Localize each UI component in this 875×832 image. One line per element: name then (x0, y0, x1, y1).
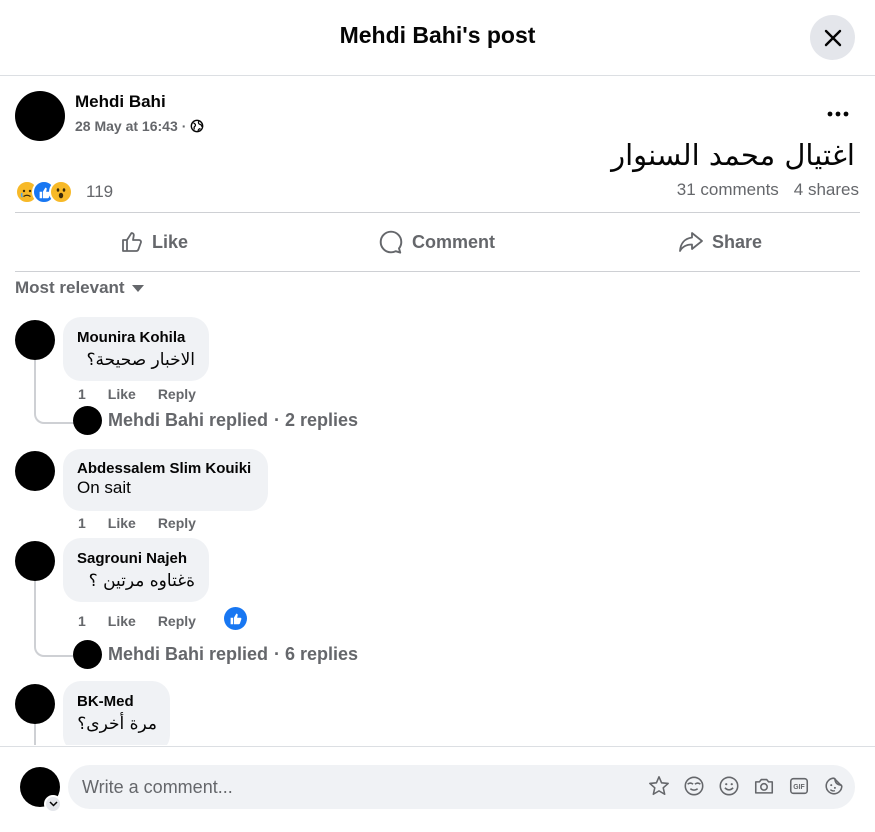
comments-count[interactable]: 31 comments (677, 180, 779, 200)
thumbs-up-icon (230, 613, 242, 625)
comment-author[interactable]: Abdessalem Slim Kouiki (77, 460, 254, 477)
comment-text: الاخبار صحيحة؟ (86, 350, 196, 370)
replies-count: · 6 replies (274, 644, 359, 664)
comment-like-count: 1 (78, 515, 86, 531)
post-author-name[interactable]: Mehdi Bahi (75, 92, 166, 112)
replies-label: Mehdi Bahi replied (108, 410, 269, 430)
replies-label: Mehdi Bahi replied (108, 644, 269, 664)
comment-bubble: Sagrouni Najeh ةغتاوه مرتين ؟ (63, 538, 209, 602)
like-label: Like (152, 231, 189, 252)
dialog-title: Mehdi Bahi's post (339, 22, 536, 48)
post-action-bar: Like Comment Share (15, 212, 860, 272)
comment-input[interactable] (82, 765, 622, 809)
thread-line (34, 360, 36, 410)
comment-author[interactable]: Mounira Kohila (77, 329, 195, 346)
close-button[interactable] (810, 15, 855, 60)
share-label: Share (712, 231, 763, 252)
emoji-mask-icon[interactable] (683, 775, 705, 797)
comment-like-count: 1 (78, 613, 86, 629)
comment-reply-button[interactable]: Reply (158, 613, 196, 629)
reply-connector (34, 410, 74, 424)
view-replies-link[interactable]: Mehdi Bahi replied · 2 replies (73, 406, 358, 435)
reply-connector (34, 643, 74, 657)
commenter-avatar[interactable] (15, 684, 55, 724)
comment-composer: GIF (68, 765, 855, 809)
thumbs-up-icon (122, 232, 142, 252)
comments-list: Mounira Kohila الاخبار صحيحة؟ 1 Like Rep… (0, 300, 875, 745)
like-button[interactable]: Like (120, 225, 188, 259)
post-text: اغتيال محمد السنوار (611, 138, 855, 172)
view-replies-link[interactable]: Mehdi Bahi replied · 6 replies (73, 640, 358, 669)
shares-count[interactable]: 4 shares (794, 180, 859, 200)
globe-icon (191, 119, 204, 133)
thread-line (34, 581, 36, 643)
sticker-icon[interactable] (823, 775, 845, 797)
meta-separator: · (181, 118, 187, 134)
share-icon (679, 232, 703, 252)
reaction-count: 119 (86, 182, 114, 201)
comment-composer-bar: GIF (0, 746, 875, 832)
comment-bubble: Abdessalem Slim Kouiki On sait (63, 449, 268, 511)
comment-author[interactable]: Sagrouni Najeh (77, 550, 195, 567)
post-timestamp[interactable]: 28 May at 16:43 (75, 118, 178, 134)
comment-reply-button[interactable]: Reply (158, 515, 196, 531)
dialog-header: Mehdi Bahi's post (0, 0, 875, 76)
comment-text: On sait (77, 478, 131, 497)
reply-avatar (73, 640, 102, 669)
close-icon (824, 29, 841, 46)
thread-line (34, 724, 36, 745)
post-stats: 31 comments 4 shares (677, 180, 859, 200)
comment-like-button[interactable]: Like (108, 613, 136, 629)
comment-icon (379, 230, 403, 254)
svg-text:GIF: GIF (793, 784, 804, 791)
comment-actions: 1 Like Reply (78, 613, 196, 629)
avatar-sticker-icon[interactable] (648, 775, 670, 797)
comment-label: Comment (412, 231, 496, 252)
gif-icon[interactable]: GIF (788, 775, 810, 797)
comment-bubble: Mounira Kohila الاخبار صحيحة؟ (63, 317, 209, 381)
comment-button[interactable]: Comment (378, 225, 495, 259)
comment-like-button[interactable]: Like (108, 515, 136, 531)
reply-avatar (73, 406, 102, 435)
more-horizontal-icon (827, 111, 849, 117)
author-avatar[interactable] (15, 91, 65, 141)
camera-icon[interactable] (753, 775, 775, 797)
more-options-button[interactable] (822, 100, 854, 128)
comment-sort-dropdown[interactable]: Most relevant (15, 278, 145, 298)
comment-author[interactable]: BK-Med (77, 693, 156, 710)
comment-bubble: BK-Med مرة أخرى؟ (63, 681, 170, 745)
caret-down-icon (131, 284, 144, 292)
commenter-avatar[interactable] (15, 451, 55, 491)
reaction-summary[interactable]: 119 (15, 178, 113, 206)
post-meta: 28 May at 16:43 · (75, 118, 204, 134)
sort-label: Most relevant (15, 278, 125, 297)
composer-icons: GIF (648, 775, 845, 797)
share-button[interactable]: Share (678, 225, 762, 259)
commenter-avatar[interactable] (15, 541, 55, 581)
replies-count: · 2 replies (274, 410, 359, 430)
comment-like-count: 1 (78, 386, 86, 402)
comment-reply-button[interactable]: Reply (158, 386, 196, 402)
chevron-down-icon[interactable] (44, 795, 62, 813)
wow-reaction-icon (49, 180, 73, 204)
comment-like-badge[interactable] (224, 607, 247, 630)
comment-actions: 1 Like Reply (78, 515, 196, 531)
comment-text: ةغتاوه مرتين ؟ (88, 571, 195, 591)
emoji-icon[interactable] (718, 775, 740, 797)
comment-text: مرة أخرى؟ (77, 714, 157, 734)
commenter-avatar[interactable] (15, 320, 55, 360)
comment-like-button[interactable]: Like (108, 386, 136, 402)
comment-actions: 1 Like Reply (78, 386, 196, 402)
